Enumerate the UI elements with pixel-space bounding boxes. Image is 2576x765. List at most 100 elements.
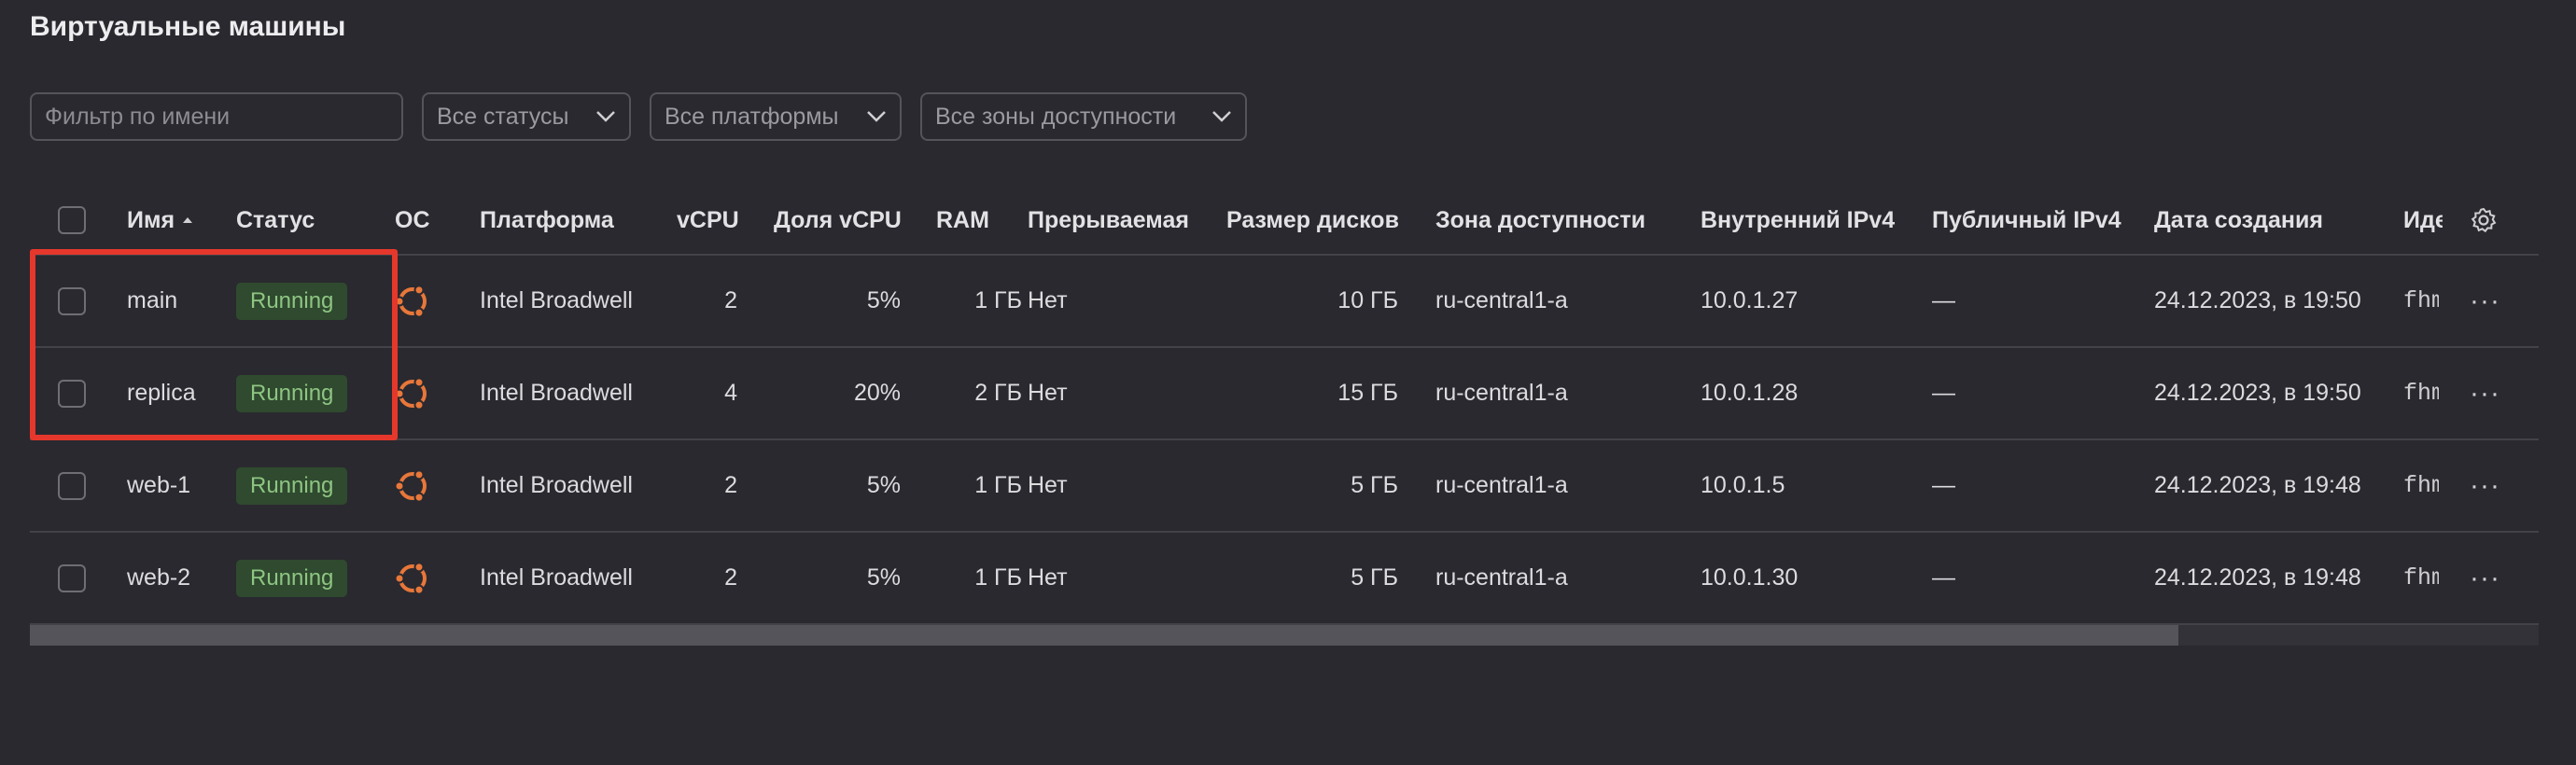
name-filter[interactable] — [30, 92, 403, 141]
col-name-header[interactable]: Имя — [127, 187, 193, 254]
id-value: fhm — [2403, 472, 2439, 499]
col-disk-size-header[interactable]: Размер дисков — [1226, 187, 1399, 254]
created-value: 24.12.2023, в 19:50 — [2154, 380, 2361, 406]
table-row[interactable]: replica Running Intel Broadwell 4 20% 2 … — [30, 348, 2539, 440]
public-ip-value: — — [1932, 472, 1955, 498]
preemptible-value: Нет — [1028, 287, 1068, 313]
col-public-ip-header[interactable]: Публичный IPv4 — [1932, 187, 2121, 254]
disk-size-value: 10 ГБ — [1337, 287, 1398, 313]
chevron-down-icon — [1212, 111, 1231, 122]
col-name-label: Имя — [127, 206, 175, 233]
id-value: fhm — [2403, 380, 2439, 407]
platform-value: Intel Broadwell — [480, 380, 633, 406]
row-checkbox[interactable] — [58, 471, 86, 500]
created-value: 24.12.2023, в 19:48 — [2154, 472, 2361, 498]
col-preemptible-header[interactable]: Прерываемая — [1028, 187, 1189, 254]
chevron-down-icon — [867, 111, 886, 122]
col-ram-header[interactable]: RAM — [936, 187, 989, 254]
horizontal-scrollbar[interactable] — [30, 625, 2539, 646]
platform-value: Intel Broadwell — [480, 564, 633, 591]
more-horizontal-icon[interactable]: ··· — [2470, 470, 2500, 502]
more-horizontal-icon[interactable]: ··· — [2470, 563, 2500, 594]
public-ip-value: — — [1932, 380, 1955, 406]
col-internal-ip-header[interactable]: Внутренний IPv4 — [1701, 187, 1895, 254]
public-ip-value: — — [1932, 564, 1955, 591]
internal-ip-value: 10.0.1.27 — [1701, 287, 1799, 313]
row-checkbox[interactable] — [58, 563, 86, 592]
disk-size-value: 5 ГБ — [1351, 472, 1398, 498]
ubuntu-icon — [394, 468, 427, 503]
created-value: 24.12.2023, в 19:50 — [2154, 287, 2361, 313]
more-horizontal-icon[interactable]: ··· — [2470, 285, 2500, 317]
col-vcpu-header[interactable]: vCPU — [677, 187, 739, 254]
ubuntu-icon — [394, 561, 427, 595]
col-zone-header[interactable]: Зона доступности — [1435, 187, 1645, 254]
col-os-header[interactable]: ОС — [395, 187, 430, 254]
col-vcpu-share-header[interactable]: Доля vCPU — [774, 187, 902, 254]
scrollbar-thumb[interactable] — [30, 625, 2178, 646]
col-created-header[interactable]: Дата создания — [2154, 187, 2323, 254]
table-row[interactable]: web-2 Running Intel Broadwell 2 5% 1 ГБ … — [30, 533, 2539, 625]
platform-filter-label: Все платформы — [665, 103, 839, 130]
sort-asc-icon — [183, 217, 193, 223]
ram-value: 1 ГБ — [974, 472, 1022, 498]
table-row[interactable]: main Running Intel Broadwell 2 5% 1 ГБ Н… — [30, 256, 2539, 348]
name-filter-input[interactable] — [45, 103, 388, 131]
zone-filter-select[interactable]: Все зоны доступности — [920, 92, 1247, 141]
platform-value: Intel Broadwell — [480, 287, 633, 313]
vcpu-value: 2 — [724, 287, 737, 313]
vm-name[interactable]: web-2 — [127, 533, 190, 623]
select-all-checkbox[interactable] — [58, 206, 86, 234]
internal-ip-value: 10.0.1.28 — [1701, 380, 1799, 406]
ubuntu-icon — [394, 376, 427, 410]
table-row[interactable]: web-1 Running Intel Broadwell 2 5% 1 ГБ … — [30, 440, 2539, 533]
chevron-down-icon — [596, 111, 615, 122]
zone-filter-label: Все зоны доступности — [935, 103, 1177, 130]
zone-value: ru-central1-a — [1435, 472, 1568, 498]
vcpu-value: 2 — [724, 564, 737, 591]
preemptible-value: Нет — [1028, 380, 1068, 406]
preemptible-value: Нет — [1028, 472, 1068, 498]
vcpu-share-value: 5% — [866, 472, 901, 498]
status-badge: Running — [236, 559, 348, 597]
vcpu-share-value: 5% — [866, 564, 901, 591]
gear-icon — [2471, 207, 2497, 233]
col-platform-header[interactable]: Платформа — [480, 187, 614, 254]
col-status-header[interactable]: Статус — [236, 187, 315, 254]
vcpu-value: 2 — [724, 472, 737, 498]
id-value: fhm — [2403, 287, 2439, 314]
zone-value: ru-central1-a — [1435, 564, 1568, 591]
ram-value: 1 ГБ — [974, 564, 1022, 591]
highlight-box — [30, 249, 398, 440]
ram-value: 2 ГБ — [974, 380, 1022, 406]
ubuntu-icon — [394, 284, 427, 318]
status-filter-label: Все статусы — [437, 103, 569, 130]
vm-table: Имя Статус ОС Платформа vCPU Доля vCPU R… — [30, 187, 2539, 625]
page-title: Виртуальные машины — [30, 11, 346, 42]
id-value: fhm — [2403, 564, 2439, 591]
vcpu-share-value: 5% — [866, 287, 901, 313]
public-ip-value: — — [1932, 287, 1955, 313]
table-body: main Running Intel Broadwell 2 5% 1 ГБ Н… — [30, 256, 2539, 625]
vcpu-value: 4 — [724, 380, 737, 406]
status-badge: Running — [236, 466, 348, 505]
platform-value: Intel Broadwell — [480, 472, 633, 498]
table-header: Имя Статус ОС Платформа vCPU Доля vCPU R… — [30, 187, 2539, 256]
vm-list-page: Виртуальные машины Все статусы Все платф… — [0, 0, 2576, 765]
zone-value: ru-central1-a — [1435, 287, 1568, 313]
zone-value: ru-central1-a — [1435, 380, 1568, 406]
vm-name[interactable]: web-1 — [127, 440, 190, 531]
internal-ip-value: 10.0.1.5 — [1701, 472, 1785, 498]
internal-ip-value: 10.0.1.30 — [1701, 564, 1799, 591]
platform-filter-select[interactable]: Все платформы — [650, 92, 902, 141]
vcpu-share-value: 20% — [853, 380, 901, 406]
created-value: 24.12.2023, в 19:48 — [2154, 564, 2361, 591]
disk-size-value: 15 ГБ — [1337, 380, 1398, 406]
status-filter-select[interactable]: Все статусы — [422, 92, 631, 141]
preemptible-value: Нет — [1028, 564, 1068, 591]
table-settings-button[interactable] — [2470, 187, 2498, 254]
col-id-header[interactable]: Иде — [2403, 187, 2443, 254]
ram-value: 1 ГБ — [974, 287, 1022, 313]
disk-size-value: 5 ГБ — [1351, 564, 1398, 591]
more-horizontal-icon[interactable]: ··· — [2470, 378, 2500, 410]
